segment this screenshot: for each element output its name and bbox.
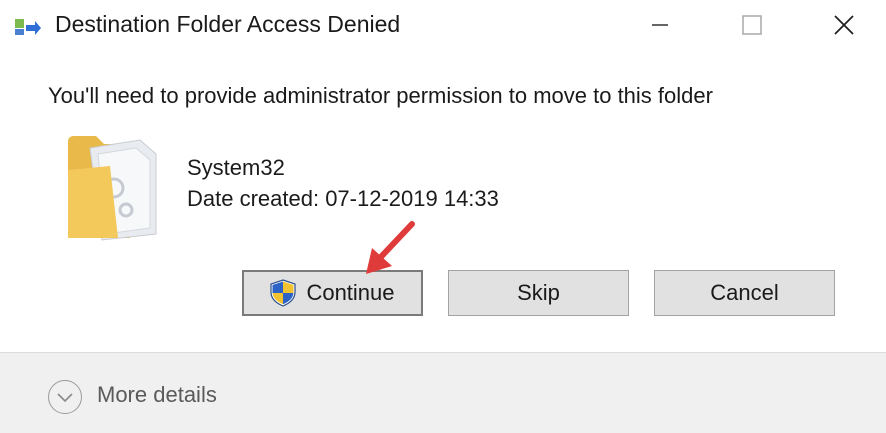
chevron-down-icon <box>57 393 73 403</box>
folder-icon <box>68 136 157 241</box>
item-name: System32 <box>187 155 285 180</box>
title-bar: Destination Folder Access Denied <box>0 0 886 56</box>
skip-label: Skip <box>517 280 560 305</box>
cancel-button[interactable]: Cancel <box>654 270 835 316</box>
item-date-created: Date created: 07-12-2019 14:33 <box>187 186 499 211</box>
minimize-icon <box>652 24 668 26</box>
permission-message: You'll need to provide administrator per… <box>48 83 713 108</box>
annotation-arrow <box>366 221 415 274</box>
skip-button[interactable]: Skip <box>448 270 629 316</box>
maximize-button[interactable] <box>722 0 782 50</box>
move-file-icon <box>15 19 41 35</box>
continue-label: Continue <box>306 280 395 305</box>
uac-shield-icon <box>270 279 297 307</box>
minimize-button[interactable] <box>630 0 690 50</box>
expand-details-toggle[interactable] <box>48 380 82 414</box>
maximize-icon <box>742 15 762 35</box>
window-title: Destination Folder Access Denied <box>55 11 401 37</box>
close-icon <box>834 15 854 35</box>
more-details-link[interactable]: More details <box>97 382 217 408</box>
cancel-label: Cancel <box>710 280 779 305</box>
close-button[interactable] <box>814 0 874 50</box>
